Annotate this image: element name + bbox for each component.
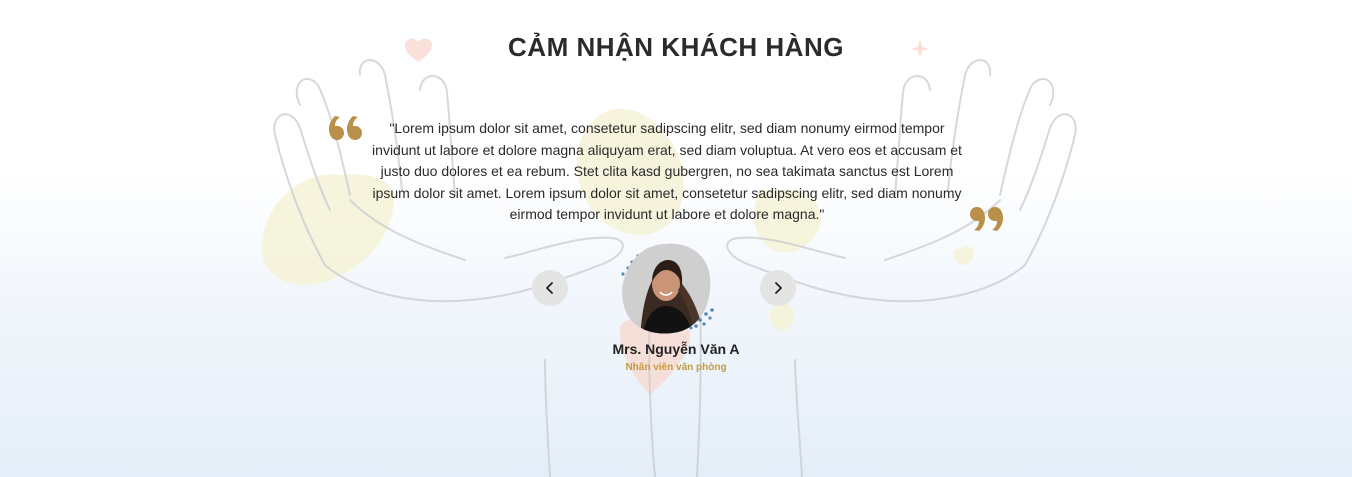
testimonials-section: CẢM NHẬN KHÁCH HÀNG "Lorem ipsum dolor s… (0, 0, 1352, 477)
hands-illustration-background (262, 38, 1077, 477)
carousel-next-button[interactable] (760, 270, 796, 306)
customer-role: Nhân viên văn phòng (625, 362, 727, 373)
close-quote-icon (970, 207, 1003, 231)
chevron-left-icon (546, 282, 553, 294)
section-title: CẢM NHẬN KHÁCH HÀNG (508, 32, 844, 62)
chevron-right-icon (775, 282, 782, 294)
avatar (616, 240, 720, 340)
customer-name: Mrs. Nguyễn Văn A (612, 341, 740, 357)
testimonial-quote: "Lorem ipsum dolor sit amet, consetetur … (372, 120, 962, 222)
open-quote-icon (329, 116, 362, 140)
customer-portrait (622, 243, 711, 334)
carousel-prev-button[interactable] (532, 270, 568, 306)
